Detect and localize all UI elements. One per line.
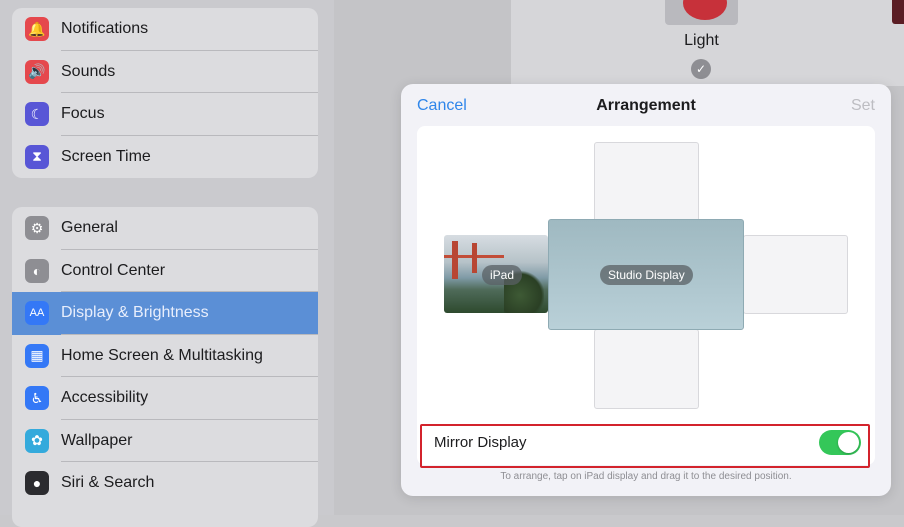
wallpaper-blob — [683, 0, 727, 20]
sidebar-item-label: Notifications — [61, 20, 149, 38]
studio-display-label: Studio Display — [600, 265, 693, 285]
bridge-tower — [472, 243, 477, 273]
light-mode-label: Light — [684, 32, 719, 49]
sidebar-item-notifications[interactable]: 🔔 Notifications — [12, 8, 318, 51]
sidebar-item-wallpaper[interactable]: ✿ Wallpaper — [12, 420, 318, 463]
toggles-icon: ◐ — [25, 258, 49, 283]
grid-icon: ▦ — [25, 343, 49, 368]
arrangement-modal: Arrangement Cancel Set iPad Studio Displ… — [401, 84, 891, 496]
sidebar-item-label: Home Screen & Multitasking — [61, 346, 263, 364]
flower-icon: ✿ — [25, 428, 49, 453]
checkmark-icon[interactable]: ✓ — [691, 59, 711, 79]
sidebar-item-display-brightness[interactable]: AA Display & Brightness — [12, 292, 318, 335]
sidebar-group-notifications: 🔔 Notifications 🔊 Sounds ☾ Focus ⧗ Screen Time — [12, 8, 318, 178]
modal-title: Arrangement — [596, 97, 696, 114]
display-arrangement-canvas: iPad Studio Display — [417, 126, 875, 421]
sidebar-item-accessibility[interactable]: ♿ Accessibility — [12, 377, 318, 420]
sidebar-item-label: General — [61, 219, 118, 237]
sidebar-item-control-center[interactable]: ◐ Control Center — [12, 250, 318, 293]
sidebar-item-label: Display & Brightness — [61, 304, 209, 322]
ipad-display-tile[interactable]: iPad — [444, 235, 548, 313]
studio-display-tile[interactable]: Studio Display — [548, 219, 744, 330]
sidebar-item-label: Control Center — [61, 261, 166, 279]
speaker-icon: 🔊 — [25, 59, 49, 84]
cancel-button[interactable]: Cancel — [417, 97, 467, 115]
sidebar-item-label: Accessibility — [61, 389, 149, 407]
sidebar-item-home-screen-multitasking[interactable]: ▦ Home Screen & Multitasking — [12, 335, 318, 378]
gear-icon: ⚙ — [25, 216, 49, 241]
arrangement-hint: To arrange, tap on iPad display and drag… — [500, 471, 792, 482]
bridge-tower — [452, 241, 458, 279]
highlight-box — [420, 424, 870, 468]
bell-icon: 🔔 — [25, 17, 49, 42]
settings-sidebar: 🔔 Notifications 🔊 Sounds ☾ Focus ⧗ Screen Time … — [0, 0, 334, 527]
sidebar-item-focus[interactable]: ☾ Focus — [12, 93, 318, 136]
sidebar-item-screen-time[interactable]: ⧗ Screen Time — [12, 136, 318, 179]
ipad-label: iPad — [482, 265, 523, 285]
sidebar-item-label: Sounds — [61, 62, 116, 80]
set-button[interactable]: Set — [851, 97, 875, 115]
accessibility-icon: ♿ — [25, 386, 49, 411]
light-appearance-thumbnail[interactable] — [665, 0, 738, 25]
drop-slot-top[interactable] — [594, 142, 699, 222]
sidebar-item-siri-search[interactable]: ● Siri & Search — [12, 462, 318, 505]
text-size-icon: AA — [25, 301, 49, 326]
hourglass-icon: ⧗ — [25, 144, 49, 169]
sidebar-item-sounds[interactable]: 🔊 Sounds — [12, 51, 318, 94]
moon-icon: ☾ — [25, 102, 49, 127]
siri-icon: ● — [25, 471, 49, 496]
sidebar-item-label: Siri & Search — [61, 474, 155, 492]
sidebar-group-general: ⚙ General ◐ Control Center AA Display & Brigh… — [12, 207, 318, 527]
sidebar-item-label: Screen Time — [61, 147, 151, 165]
drop-slot-right[interactable] — [743, 235, 848, 314]
sidebar-item-general[interactable]: ⚙ General — [12, 207, 318, 250]
sidebar-item-label: Wallpaper — [61, 431, 133, 449]
drop-slot-bottom[interactable] — [594, 329, 699, 409]
dark-appearance-thumbnail[interactable] — [892, 0, 904, 24]
sidebar-item-label: Focus — [61, 105, 105, 123]
